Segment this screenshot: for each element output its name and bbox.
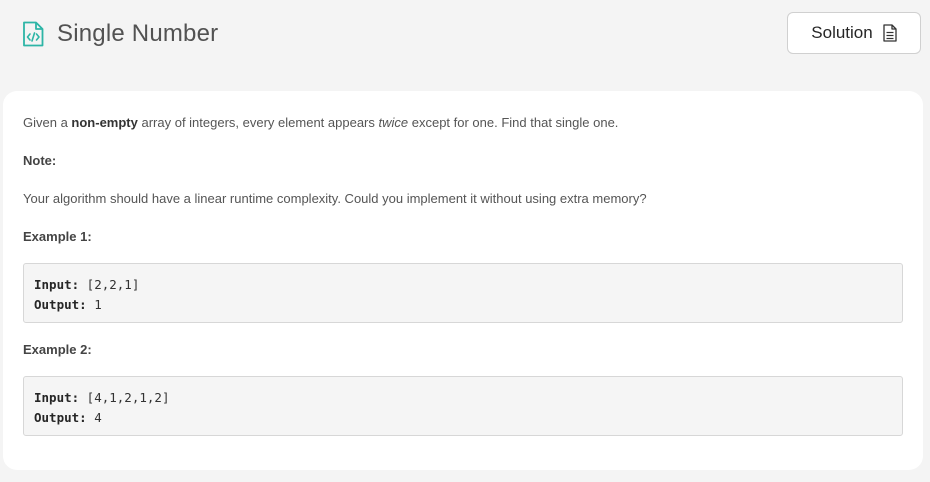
code-file-icon [22, 21, 44, 47]
note-text: Your algorithm should have a linear runt… [23, 191, 647, 206]
intro-suffix: except for one. Find that single one. [408, 115, 619, 130]
example-1-input-key: Input: [34, 277, 80, 292]
note-label: Note: [23, 153, 57, 168]
example-2-code: Input: [4,1,2,1,2] Output: 4 [23, 376, 903, 436]
problem-header: Single Number Solution [0, 0, 930, 80]
example-1-output-value: 1 [86, 297, 102, 312]
intro-bold: non-empty [71, 115, 138, 130]
intro-prefix: Given a [23, 115, 72, 130]
example-1-label: Example 1: [23, 229, 92, 244]
example-2-input-key: Input: [34, 390, 80, 405]
intro-mid: array of integers, every element appears [137, 115, 379, 130]
example-2-label: Example 2: [23, 342, 92, 357]
example-2-output-line: Output: 4 [34, 408, 892, 428]
page-title: Single Number [57, 20, 219, 47]
example-1-output-key: Output: [34, 297, 87, 312]
example-2-output-value: 4 [86, 410, 102, 425]
example-2-output-key: Output: [34, 410, 87, 425]
intro-italic: twice [378, 115, 409, 130]
example-1-output-line: Output: 1 [34, 295, 892, 315]
document-icon [883, 24, 897, 42]
example-2-input-line: Input: [4,1,2,1,2] [34, 388, 892, 408]
example-2-input-value: [4,1,2,1,2] [79, 390, 170, 405]
example-1-input-value: [2,2,1] [79, 277, 140, 292]
example-1-input-line: Input: [2,2,1] [34, 275, 892, 295]
solution-button-label: Solution [811, 23, 873, 42]
solution-button[interactable]: Solution [787, 12, 921, 54]
problem-intro: Given a non-empty array of integers, eve… [23, 115, 618, 130]
example-1-code: Input: [2,2,1] Output: 1 [23, 263, 903, 323]
title-group: Single Number [22, 20, 218, 48]
problem-description-card: Given a non-empty array of integers, eve… [3, 91, 923, 470]
